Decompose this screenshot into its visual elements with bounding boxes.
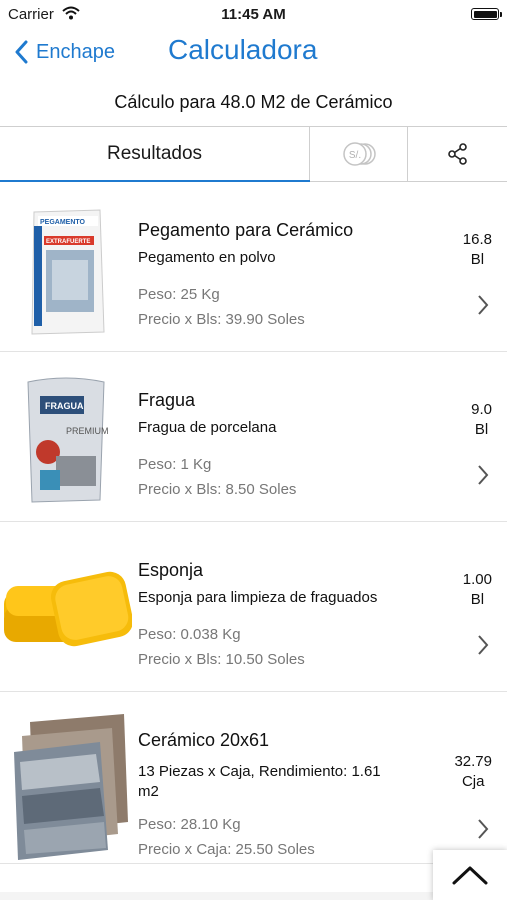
- svg-text:PREMIUM: PREMIUM: [66, 426, 109, 436]
- quantity-value: 16.8: [462, 231, 492, 248]
- chevron-right-icon: [478, 819, 489, 839]
- quantity-value: 1.00: [462, 571, 492, 588]
- chevron-right-icon: [478, 295, 489, 315]
- product-name: Pegamento para Cerámico: [138, 220, 354, 240]
- product-price: Precio x Caja: 25.50 Soles: [138, 841, 315, 858]
- status-bar: Carrier 11:45 AM: [0, 0, 507, 30]
- product-quantity: 1.00 Bl: [463, 570, 492, 610]
- chevron-right-icon: [478, 465, 489, 485]
- scroll-to-top-button[interactable]: [433, 850, 507, 900]
- navigation-bar: Enchape Calculadora: [0, 30, 507, 76]
- product-image-pegamento: PEGAMENTO EXTRAFUERTE: [0, 182, 132, 352]
- product-description: Pegamento en polvo: [138, 249, 276, 266]
- calculation-subtitle: Cálculo para 48.0 M2 de Cerámico: [114, 92, 393, 112]
- page-title: Calculadora: [168, 34, 318, 65]
- back-button[interactable]: Enchape: [14, 40, 115, 64]
- product-weight: Peso: 0.038 Kg: [138, 626, 241, 643]
- list-item[interactable]: PEGAMENTO EXTRAFUERTE Pegamento para Cer…: [0, 182, 507, 352]
- product-weight: Peso: 1 Kg: [138, 456, 212, 473]
- svg-text:EXTRAFUERTE: EXTRAFUERTE: [46, 239, 90, 245]
- chevron-right-icon: [478, 635, 489, 655]
- next-list-item-partial: [0, 892, 433, 900]
- product-quantity: 16.8 Bl: [463, 230, 492, 270]
- svg-text:FRAGUA: FRAGUA: [45, 401, 84, 411]
- product-name: Fragua: [138, 390, 196, 410]
- list-item[interactable]: Cerámico 20x61 13 Piezas x Caja, Rendimi…: [0, 692, 507, 864]
- product-name: Esponja: [138, 560, 204, 580]
- quantity-unit: Bl: [470, 251, 485, 268]
- quantity-value: 32.79: [454, 753, 492, 770]
- product-price: Precio x Bls: 10.50 Soles: [138, 651, 305, 668]
- quantity-unit: Bl: [470, 591, 485, 608]
- back-label: Enchape: [36, 40, 115, 63]
- tab-share[interactable]: [408, 127, 507, 181]
- svg-text:S/.: S/.: [348, 150, 360, 161]
- product-price: Precio x Bls: 8.50 Soles: [138, 481, 297, 498]
- tab-bar: Resultados S/.: [0, 126, 507, 182]
- tab-prices[interactable]: S/.: [310, 127, 408, 181]
- list-item[interactable]: Esponja Esponja para limpieza de fraguad…: [0, 522, 507, 692]
- product-description: Fragua de porcelana: [138, 419, 277, 436]
- results-list: PEGAMENTO EXTRAFUERTE Pegamento para Cer…: [0, 182, 507, 864]
- clock: 11:45 AM: [221, 6, 286, 23]
- product-name: Cerámico 20x61: [138, 730, 270, 750]
- tab-results-label: Resultados: [106, 143, 203, 164]
- chevron-up-icon: [452, 866, 488, 885]
- tab-results[interactable]: Resultados: [0, 127, 310, 182]
- quantity-unit: Cja: [461, 773, 485, 790]
- product-image-esponja: [0, 522, 134, 692]
- battery-icon: [471, 8, 502, 20]
- product-quantity: 9.0 Bl: [471, 400, 492, 440]
- share-icon: [447, 143, 467, 165]
- coins-icon: S/.: [342, 142, 376, 166]
- quantity-unit: Bl: [474, 421, 489, 438]
- product-description: Esponja para limpieza de fraguados: [138, 589, 378, 606]
- quantity-value: 9.0: [471, 401, 492, 418]
- product-description: 13 Piezas x Caja, Rendimiento: 1.61 m2: [138, 763, 381, 800]
- product-quantity: 32.79 Cja: [454, 752, 492, 792]
- product-weight: Peso: 25 Kg: [138, 286, 220, 303]
- chevron-left-icon: [15, 40, 28, 64]
- product-price: Precio x Bls: 39.90 Soles: [138, 311, 305, 328]
- product-weight: Peso: 28.10 Kg: [138, 816, 241, 833]
- product-image-ceramico: [0, 692, 132, 862]
- product-image-fragua: FRAGUA PREMIUM: [0, 352, 132, 522]
- svg-text:PEGAMENTO: PEGAMENTO: [40, 219, 86, 226]
- list-item[interactable]: FRAGUA PREMIUM Fragua Fragua de porcelan…: [0, 352, 507, 522]
